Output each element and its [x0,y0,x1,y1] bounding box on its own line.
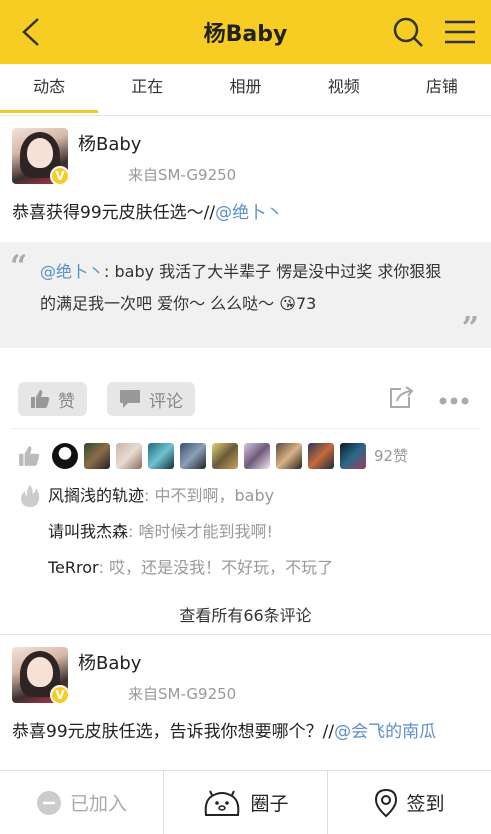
more-icon[interactable] [439,390,469,409]
search-icon[interactable] [391,15,425,49]
post-text-body: 恭喜99元皮肤任选，告诉我你想要哪个？// [12,722,335,742]
post: V 杨Baby 来自SM-G9250 恭喜99元皮肤任选，告诉我你想要哪个？//… [0,635,491,743]
like-button[interactable]: 赞 [18,382,87,416]
bottom-bar: 已加入 圈子 签到 [0,770,491,834]
comment-item[interactable]: TeRror: 哎，还是没我！不好玩，不玩了 [18,550,473,586]
hot-icon [21,485,40,507]
comment-text: : 哎，还是没我！不好玩，不玩了 [98,558,334,577]
comment-text: : 啥时候才能到我啊! [128,522,273,541]
circle-mascot-icon [205,790,240,816]
tab-shop[interactable]: 店铺 [393,64,491,115]
post-text-body: 恭喜获得99元皮肤任选～// [12,203,216,223]
verified-icon: V [50,685,70,705]
liker-avatar[interactable] [148,442,174,469]
likes-count[interactable]: 92赞 [374,445,408,466]
mention-link[interactable]: @绝卜丶 [215,203,283,223]
menu-icon[interactable] [443,15,477,49]
mention-link[interactable]: @会飞的南瓜 [334,722,436,742]
liker-avatar[interactable] [212,442,238,469]
circle-button[interactable]: 圈子 [163,771,327,834]
back-icon[interactable] [14,15,48,49]
liker-avatar[interactable] [180,442,206,469]
avatar[interactable]: V [12,647,70,705]
quote-mention[interactable]: @绝卜丶 [40,262,104,281]
author-name[interactable]: 杨Baby [78,130,141,156]
kiss-emoji-icon: 😘 [279,294,296,313]
liker-avatar[interactable] [84,442,110,469]
post-actions: 赞 评论 [12,382,479,416]
post: V 杨Baby 来自SM-G9250 恭喜获得99元皮肤任选～//@绝卜丶 “ … [0,116,491,634]
top-bar: 杨Baby [0,0,491,64]
post-source: 来自SM-G9250 [128,166,237,184]
comment-button[interactable]: 评论 [107,382,195,416]
tab-live[interactable]: 正在 [98,64,196,115]
liker-avatar[interactable] [340,442,366,469]
quote-open-icon: “ [10,249,28,284]
likes-row[interactable]: 92赞 [12,428,479,474]
liker-avatar[interactable] [52,442,78,469]
minus-circle-icon [36,790,61,815]
share-icon[interactable] [389,385,415,413]
tab-album[interactable]: 相册 [196,64,294,115]
checkin-button[interactable]: 签到 [327,771,491,834]
post-header: V 杨Baby 来自SM-G9250 [12,128,479,188]
quote-text: @绝卜丶: baby 我活了大半辈子 愣是没中过奖 求你狠狠 的满足我一次吧 爱… [40,262,442,313]
see-all-comments-link[interactable]: 查看所有66条评论 [12,598,479,634]
verified-icon: V [50,166,70,186]
comments-list: 风搁浅的轨迹: 中不到啊，baby 请叫我杰森: 啥时候才能到我啊! TeRro… [12,474,479,586]
avatar[interactable]: V [12,128,70,186]
comment-item[interactable]: 风搁浅的轨迹: 中不到啊，baby [18,478,473,514]
liker-avatar[interactable] [276,442,302,469]
liker-avatar[interactable] [244,442,270,469]
liker-avatar[interactable] [308,442,334,469]
liker-avatar[interactable] [116,442,142,469]
comment-author[interactable]: TeRror [48,550,99,586]
comment-author[interactable]: 请叫我杰森 [48,514,128,550]
location-pin-icon [375,788,398,817]
post-header: V 杨Baby 来自SM-G9250 [12,647,479,707]
quote-close-icon: ” [461,311,479,346]
tab-dynamics[interactable]: 动态 [0,64,99,115]
quoted-post[interactable]: “ @绝卜丶: baby 我活了大半辈子 愣是没中过奖 求你狠狠 的满足我一次吧… [0,242,491,348]
post-text: 恭喜99元皮肤任选，告诉我你想要哪个？//@会飞的南瓜 [12,721,479,743]
post-source: 来自SM-G9250 [128,685,237,703]
thumbs-up-icon [31,390,50,408]
comment-item[interactable]: 请叫我杰森: 啥时候才能到我啊! [18,514,473,550]
tab-bar: 动态 正在 相册 视频 店铺 [0,64,491,116]
comment-icon [120,390,140,408]
thumbs-up-icon [19,445,40,466]
author-name[interactable]: 杨Baby [78,649,141,675]
comment-author[interactable]: 风搁浅的轨迹 [48,478,144,514]
joined-button[interactable]: 已加入 [0,771,163,834]
post-text: 恭喜获得99元皮肤任选～//@绝卜丶 [12,202,479,224]
comment-text: : 中不到啊，baby [144,486,275,505]
tab-video[interactable]: 视频 [295,64,393,115]
